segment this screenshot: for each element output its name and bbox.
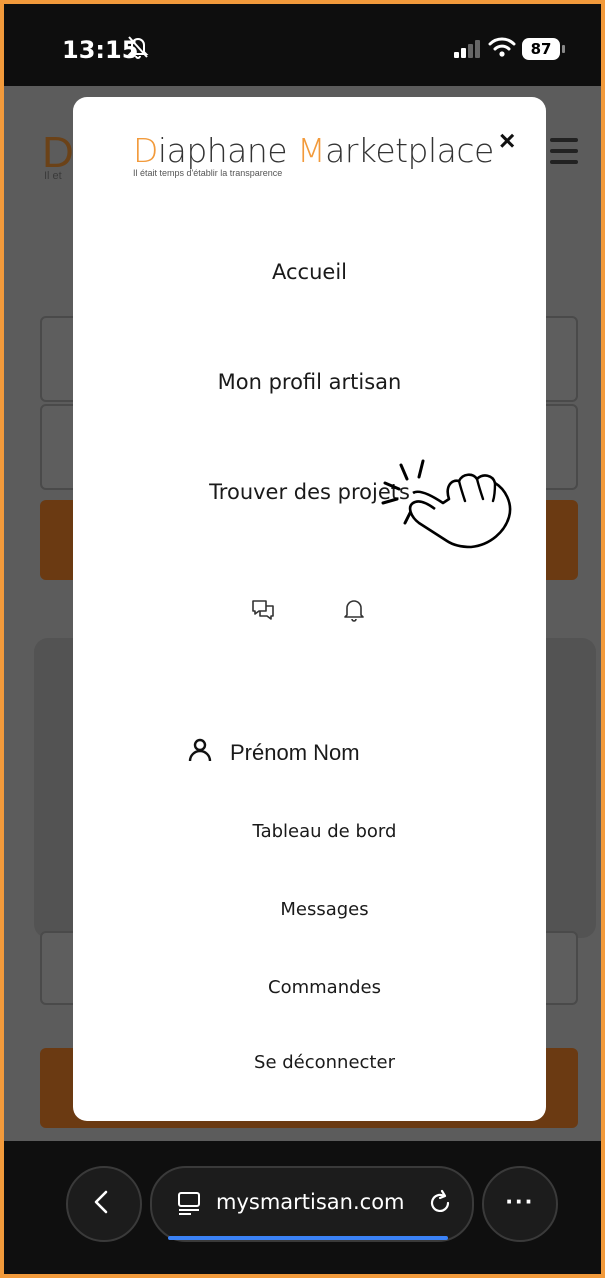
user-name: Prénom Nom — [230, 739, 360, 765]
back-button[interactable] — [66, 1166, 142, 1242]
menu-item-profil-artisan[interactable]: Mon profil artisan — [73, 370, 546, 394]
close-button[interactable]: × — [499, 127, 515, 155]
browser-toolbar: mysmartisan.com ··· — [4, 1141, 601, 1274]
menu-item-messages[interactable]: Messages — [88, 899, 561, 920]
logo-tagline: Il était temps d'établir la transparence — [133, 168, 283, 178]
tabs-icon[interactable] — [176, 1190, 202, 1221]
menu-item-se-deconnecter[interactable]: Se déconnecter — [88, 1052, 561, 1073]
menu-item-commandes[interactable]: Commandes — [88, 977, 561, 998]
more-options-button[interactable]: ··· — [482, 1166, 558, 1242]
address-bar[interactable]: mysmartisan.com — [150, 1166, 474, 1242]
background-menu-bar — [550, 149, 578, 153]
tap-hand-icon — [379, 459, 529, 564]
reload-icon[interactable] — [426, 1188, 454, 1221]
page-load-progress — [168, 1236, 448, 1240]
logo-letter-m: M — [297, 131, 326, 170]
menu-modal: Diaphane Marketplace Il était temps d'ét… — [73, 97, 546, 1121]
battery-nub — [562, 45, 565, 53]
menu-item-accueil[interactable]: Accueil — [73, 260, 546, 284]
bell-icon[interactable] — [341, 597, 367, 623]
logo-letter-d: D — [133, 131, 158, 170]
chat-icon[interactable] — [250, 597, 276, 623]
signal-icon — [454, 40, 482, 63]
wifi-icon — [488, 36, 516, 63]
bell-slash-icon — [126, 34, 150, 65]
status-bar: 13:15 87 — [4, 4, 601, 86]
user-icon — [188, 738, 212, 767]
logo-text-part1: iaphane — [157, 131, 298, 170]
logo-text-part2: arketplace — [325, 131, 494, 170]
phone-frame: 13:15 87 D Il et Diaphane Marketplace Il… — [4, 4, 601, 1274]
background-menu-bar — [550, 138, 578, 142]
background-tagline-fragment: Il et — [44, 170, 62, 182]
user-row[interactable]: Prénom Nom — [188, 738, 360, 767]
site-logo[interactable]: Diaphane Marketplace — [133, 131, 494, 170]
menu-item-tableau-de-bord[interactable]: Tableau de bord — [88, 821, 561, 842]
url-text: mysmartisan.com — [216, 1190, 405, 1214]
battery-indicator: 87 — [522, 38, 560, 60]
background-menu-bar — [550, 160, 578, 164]
